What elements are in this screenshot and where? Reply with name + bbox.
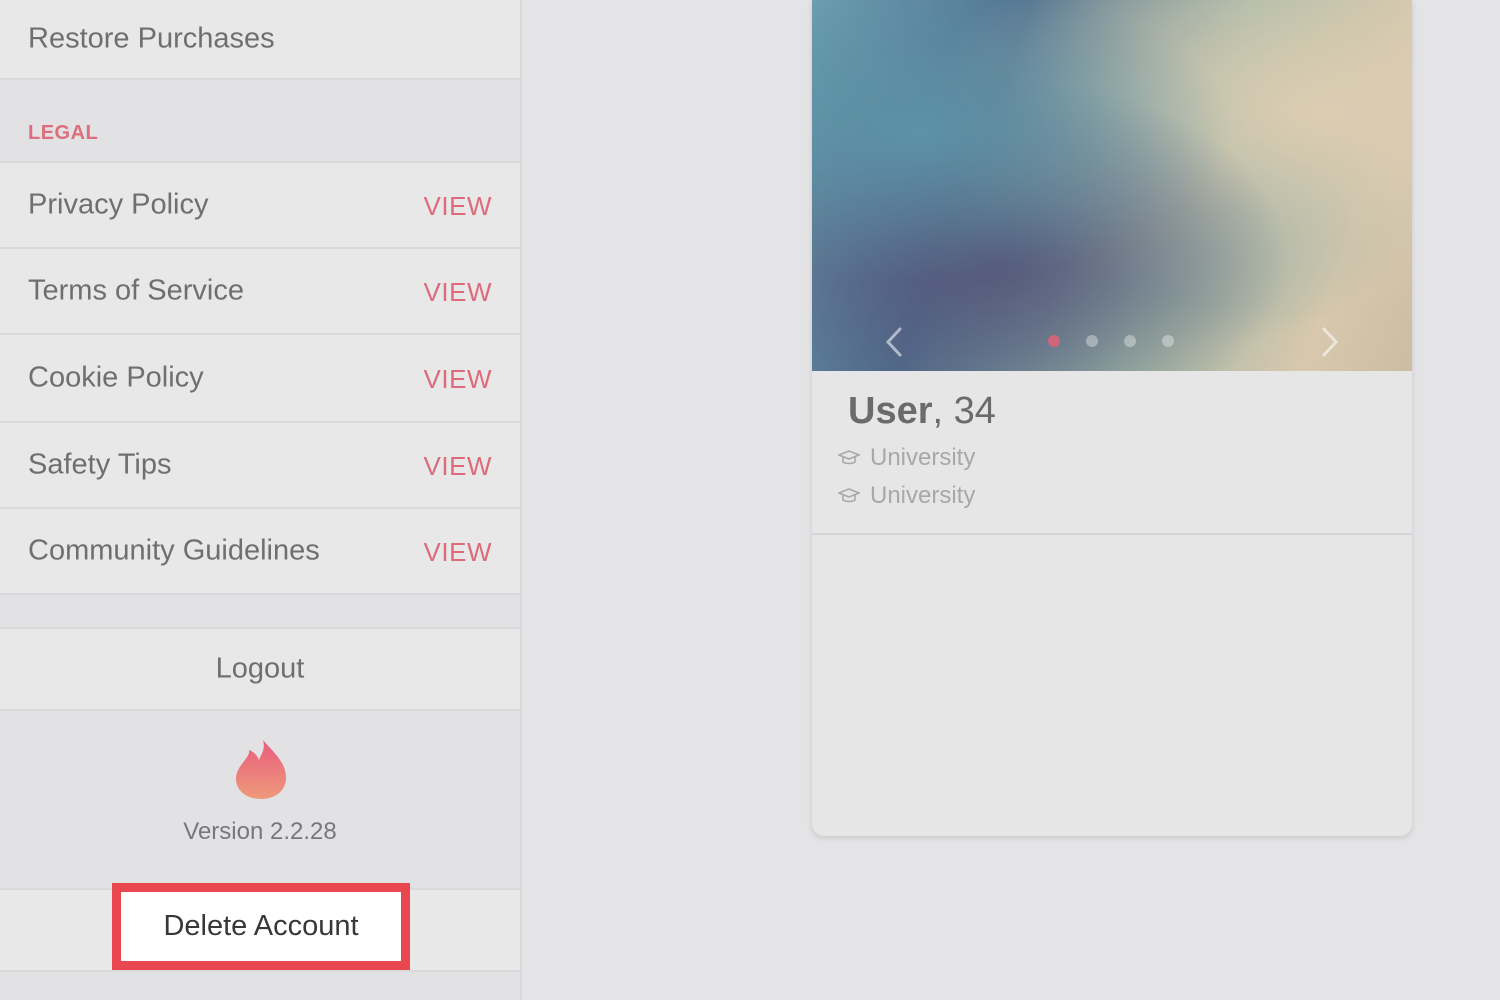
photo-dot[interactable]: [1086, 335, 1098, 347]
logout-label: Logout: [215, 652, 305, 685]
education-label: University: [870, 444, 976, 471]
education-line: University: [838, 482, 975, 510]
restore-purchases-label: Restore Purchases: [28, 22, 275, 55]
photo-pagination: [1048, 335, 1174, 347]
legal-item-terms-of-service[interactable]: Terms of Service VIEW: [0, 247, 520, 335]
view-cookie-policy-button[interactable]: VIEW: [424, 364, 492, 395]
logout-button[interactable]: Logout: [0, 627, 520, 711]
legal-item-label: Privacy Policy: [28, 188, 209, 221]
legal-item-community-guidelines[interactable]: Community Guidelines VIEW: [0, 507, 520, 595]
chevron-right-icon: [1322, 327, 1339, 357]
chevron-left-icon: [885, 327, 902, 357]
next-photo-button[interactable]: [1310, 320, 1350, 364]
view-community-guidelines-button[interactable]: VIEW: [424, 537, 492, 568]
card-divider: [812, 533, 1412, 535]
photo-dot[interactable]: [1162, 335, 1174, 347]
legal-item-label: Safety Tips: [28, 448, 172, 481]
photo-dot[interactable]: [1124, 335, 1136, 347]
settings-sidebar: Restore Purchases LEGAL Privacy Policy V…: [0, 0, 522, 1000]
profile-name-age: User, 34: [848, 390, 996, 433]
view-safety-tips-button[interactable]: VIEW: [424, 451, 492, 482]
app-branding: Version 2.2.28: [0, 712, 520, 888]
view-privacy-policy-button[interactable]: VIEW: [424, 191, 492, 222]
education-line: University: [838, 444, 975, 472]
legal-item-label: Terms of Service: [28, 274, 244, 307]
profile-photo[interactable]: [812, 0, 1412, 371]
graduation-cap-icon: [838, 488, 860, 503]
photo-dot[interactable]: [1048, 335, 1060, 347]
profile-age: , 34: [932, 390, 996, 432]
view-terms-button[interactable]: VIEW: [424, 277, 492, 308]
restore-purchases-row[interactable]: Restore Purchases: [0, 0, 520, 80]
graduation-cap-icon: [838, 450, 860, 465]
legal-item-privacy-policy[interactable]: Privacy Policy VIEW: [0, 161, 520, 249]
legal-item-label: Cookie Policy: [28, 361, 204, 394]
previous-photo-button[interactable]: [874, 320, 914, 364]
flame-icon: [235, 740, 286, 799]
legal-item-cookie-policy[interactable]: Cookie Policy VIEW: [0, 333, 520, 423]
profile-card: User, 34 University University: [812, 0, 1412, 836]
delete-account-button[interactable]: Delete Account: [112, 883, 410, 970]
education-label: University: [870, 482, 976, 509]
legal-item-safety-tips[interactable]: Safety Tips VIEW: [0, 421, 520, 509]
app-version: Version 2.2.28: [183, 818, 337, 845]
profile-name: User: [848, 390, 933, 432]
legal-section-header: LEGAL: [28, 122, 99, 144]
legal-item-label: Community Guidelines: [28, 534, 320, 567]
